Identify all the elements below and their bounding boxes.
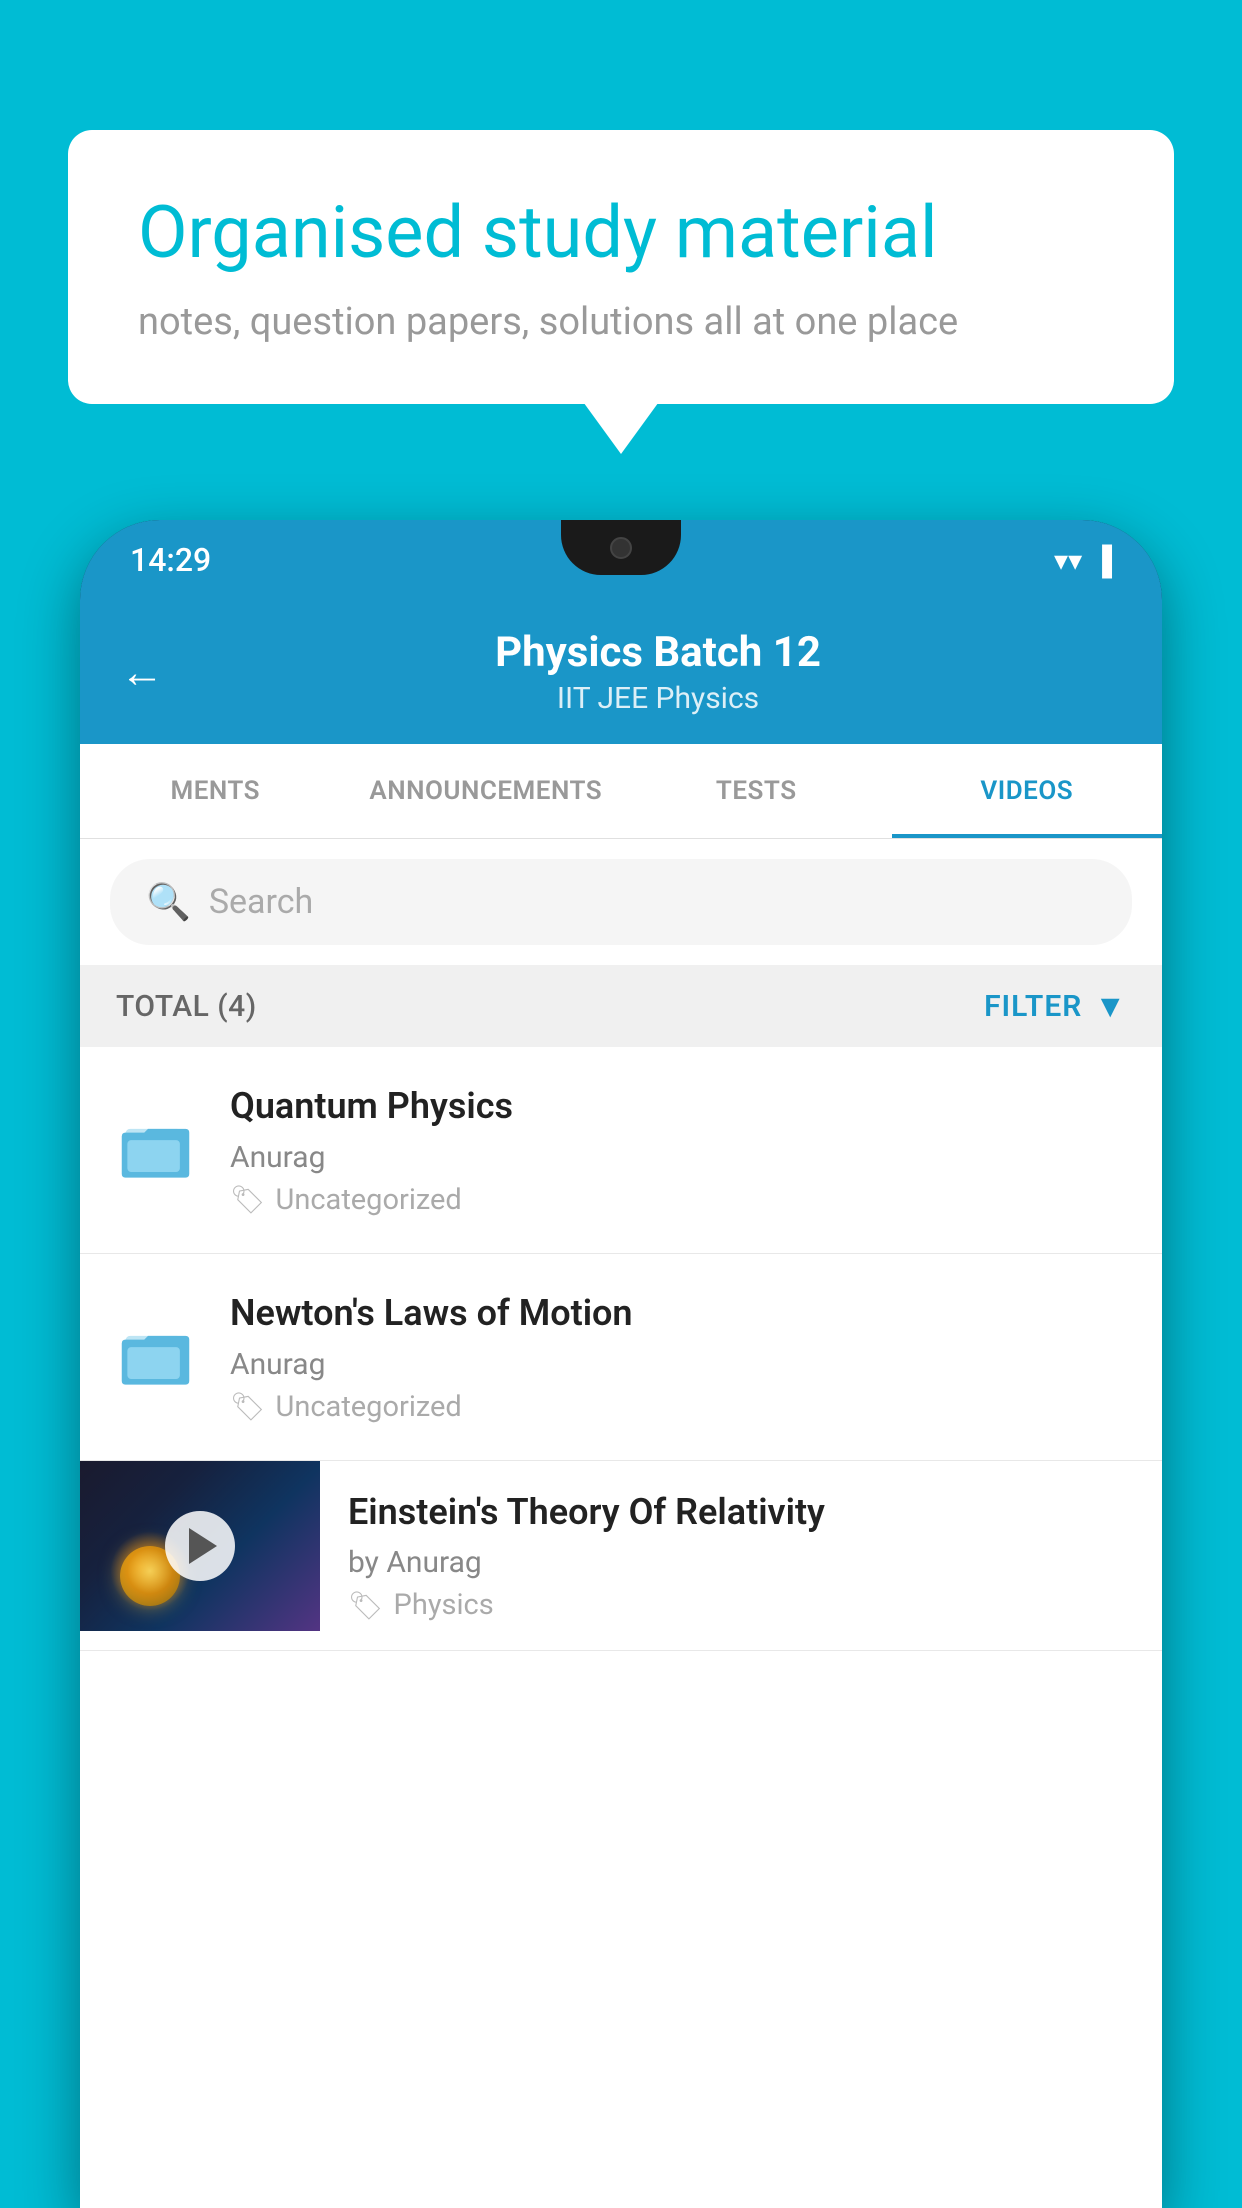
video-title: Newton's Laws of Motion — [230, 1290, 1132, 1337]
filter-button[interactable]: FILTER ▼ — [984, 987, 1126, 1025]
status-time: 14:29 — [130, 541, 211, 579]
total-count: TOTAL (4) — [116, 989, 257, 1024]
camera-dot — [610, 537, 632, 559]
status-icons: ▾▾ ▐ — [1054, 544, 1112, 577]
speech-bubble-container: Organised study material notes, question… — [68, 130, 1174, 404]
video-title: Einstein's Theory Of Relativity — [348, 1489, 1134, 1536]
bubble-title: Organised study material — [138, 190, 1104, 276]
phone-screen: ← Physics Batch 12 IIT JEE Physics MENTS… — [80, 600, 1162, 2208]
search-bar[interactable]: 🔍 Search — [110, 859, 1132, 945]
search-placeholder: Search — [209, 882, 313, 922]
app-header: ← Physics Batch 12 IIT JEE Physics — [80, 600, 1162, 744]
video-tag: 🏷 Physics — [348, 1588, 1134, 1622]
tab-announcements[interactable]: ANNOUNCEMENTS — [351, 744, 622, 838]
video-author: by Anurag — [348, 1545, 1134, 1580]
tabs-bar: MENTS ANNOUNCEMENTS TESTS VIDEOS — [80, 744, 1162, 839]
tag-icon: 🏷 — [230, 1183, 266, 1216]
filter-label: FILTER — [984, 989, 1082, 1024]
video-author: Anurag — [230, 1347, 1132, 1382]
tab-videos[interactable]: VIDEOS — [892, 744, 1163, 838]
video-folder-icon — [110, 1105, 200, 1195]
search-icon: 🔍 — [146, 881, 191, 923]
video-info: Einstein's Theory Of Relativity by Anura… — [320, 1461, 1162, 1651]
bubble-subtitle: notes, question papers, solutions all at… — [138, 300, 1104, 344]
play-triangle-icon — [189, 1528, 217, 1564]
header-title-group: Physics Batch 12 IIT JEE Physics — [194, 628, 1122, 716]
header-title: Physics Batch 12 — [194, 628, 1122, 677]
speech-bubble: Organised study material notes, question… — [68, 130, 1174, 404]
video-title: Quantum Physics — [230, 1083, 1132, 1130]
tag-text: Uncategorized — [276, 1183, 462, 1217]
filter-bar: TOTAL (4) FILTER ▼ — [80, 965, 1162, 1047]
search-bar-container: 🔍 Search — [80, 839, 1162, 965]
tab-tests[interactable]: TESTS — [621, 744, 892, 838]
tag-icon: 🏷 — [348, 1589, 384, 1622]
phone-notch — [561, 520, 681, 575]
list-item[interactable]: Einstein's Theory Of Relativity by Anura… — [80, 1461, 1162, 1652]
back-button[interactable]: ← — [120, 650, 164, 694]
tab-ments[interactable]: MENTS — [80, 744, 351, 838]
video-folder-icon — [110, 1312, 200, 1402]
tag-text: Uncategorized — [276, 1390, 462, 1424]
video-info: Quantum Physics Anurag 🏷 Uncategorized — [230, 1083, 1132, 1217]
list-item[interactable]: Quantum Physics Anurag 🏷 Uncategorized — [80, 1047, 1162, 1254]
video-tag: 🏷 Uncategorized — [230, 1390, 1132, 1424]
status-bar: 14:29 ▾▾ ▐ — [80, 520, 1162, 600]
phone-mockup: 14:29 ▾▾ ▐ ← Physics Batch 12 IIT JEE Ph… — [80, 520, 1162, 2208]
filter-icon: ▼ — [1094, 987, 1126, 1025]
tag-icon: 🏷 — [230, 1390, 266, 1423]
list-item[interactable]: Newton's Laws of Motion Anurag 🏷 Uncateg… — [80, 1254, 1162, 1461]
wifi-icon: ▾▾ — [1054, 544, 1082, 577]
video-thumbnail — [80, 1461, 320, 1631]
header-subtitle: IIT JEE Physics — [194, 681, 1122, 716]
play-button[interactable] — [165, 1511, 235, 1581]
video-list: Quantum Physics Anurag 🏷 Uncategorized — [80, 1047, 1162, 1651]
battery-icon: ▐ — [1092, 544, 1112, 577]
video-tag: 🏷 Uncategorized — [230, 1183, 1132, 1217]
video-info: Newton's Laws of Motion Anurag 🏷 Uncateg… — [230, 1290, 1132, 1424]
tag-text: Physics — [394, 1588, 494, 1622]
video-author: Anurag — [230, 1140, 1132, 1175]
